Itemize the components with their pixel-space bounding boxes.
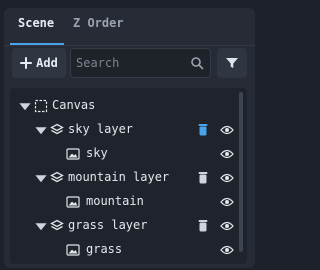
tab-divider [4,45,255,46]
tree-item-label: grass [86,242,123,256]
eye-icon[interactable] [220,171,234,185]
canvas-icon [34,99,48,113]
tab-z-order[interactable]: Z Order [73,16,124,30]
scene-toolbar: Add [4,48,255,80]
tree-item-label: sky [86,146,108,160]
image-icon [66,148,80,160]
tree-item-label: mountain layer [68,170,170,184]
tree-item-label: sky layer [68,122,134,136]
tree-row-mountain-layer[interactable]: mountain layer [10,166,247,190]
image-icon [66,196,80,208]
panel-tabs: Scene Z Order [4,8,255,46]
scrollbar-thumb[interactable] [239,92,243,252]
tree-item-label: grass layer [68,218,148,232]
chevron-down-icon[interactable] [18,99,32,113]
plus-icon [20,57,33,69]
tree-row-sky-layer[interactable]: sky layer [10,118,247,142]
layers-icon [50,219,64,231]
eye-icon[interactable] [220,147,234,161]
search-icon [191,57,204,70]
scene-tree: Canvas sky layer sky mountain layer moun… [10,88,247,264]
add-button-label: Add [36,56,58,70]
trash-icon[interactable] [196,123,210,137]
eye-icon[interactable] [220,243,234,257]
filter-icon [226,58,238,68]
tab-scene[interactable]: Scene [18,16,54,30]
layers-icon [50,123,64,135]
tree-row-grass-layer[interactable]: grass layer [10,214,247,238]
trash-icon[interactable] [196,219,210,233]
tree-scrollbar[interactable] [239,92,243,260]
tree-row-mountain[interactable]: mountain [10,190,247,214]
search-input[interactable] [71,56,184,70]
tree-row-grass[interactable]: grass [10,238,247,262]
trash-icon[interactable] [196,171,210,185]
chevron-down-icon[interactable] [34,219,48,233]
eye-icon[interactable] [220,219,234,233]
chevron-down-icon[interactable] [34,123,48,137]
tree-row-sky[interactable]: sky [10,142,247,166]
tree-item-label: mountain [86,194,144,208]
eye-icon[interactable] [220,195,234,209]
scene-panel: Scene Z Order Add Search Canvas sky laye… [4,8,255,268]
add-button[interactable]: Add [12,48,66,78]
eye-icon[interactable] [220,123,234,137]
image-icon [66,244,80,256]
filter-button[interactable] [217,48,247,78]
chevron-down-icon[interactable] [34,171,48,185]
tree-row-canvas[interactable]: Canvas [10,94,247,118]
search-box [70,48,211,78]
tree-item-label: Canvas [52,98,96,112]
layers-icon [50,171,64,183]
